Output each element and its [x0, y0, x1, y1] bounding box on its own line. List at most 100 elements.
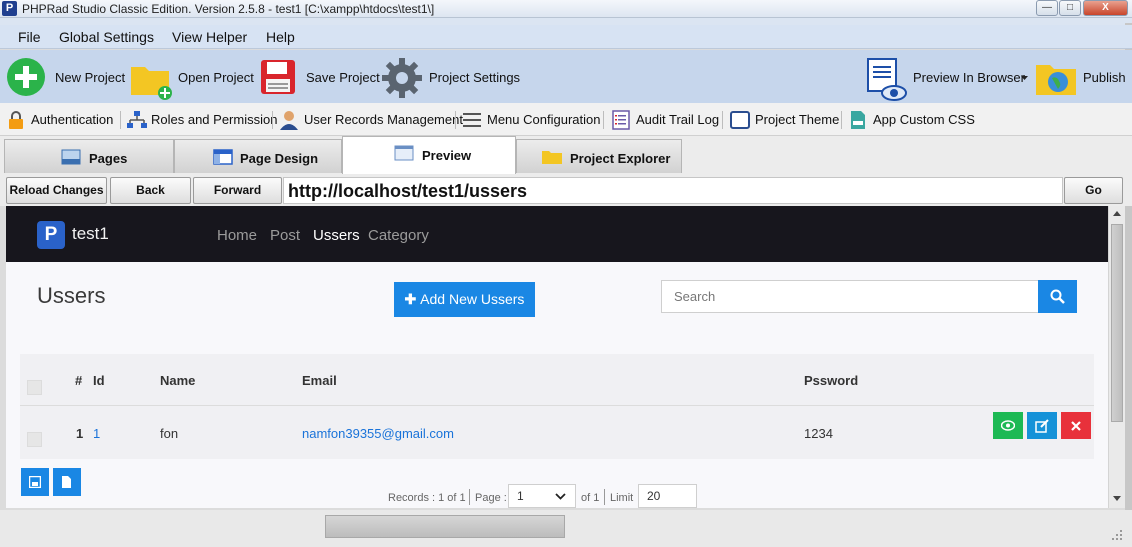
column-header-password[interactable]: Pssword [804, 373, 858, 388]
edit-record-button[interactable] [1027, 412, 1057, 439]
preview-in-browser-label: Preview In Browser [913, 70, 1025, 85]
vertical-scroll-thumb[interactable] [1111, 224, 1123, 422]
menu-file[interactable]: File [18, 29, 41, 45]
search-button[interactable] [1038, 280, 1077, 313]
row-checkbox[interactable] [27, 432, 42, 447]
forward-button[interactable]: Forward [193, 177, 282, 204]
tab-project-explorer[interactable]: Project Explorer [516, 139, 682, 173]
publish-button[interactable]: Publish [1034, 55, 1126, 99]
row-id-link[interactable]: 1 [93, 426, 100, 441]
plus-circle-icon [7, 58, 45, 96]
site-nav-post[interactable]: Post [270, 227, 300, 244]
project-theme-button[interactable]: Project Theme [755, 112, 839, 127]
toolbar-divider [455, 111, 456, 129]
open-project-button[interactable]: Open Project [129, 55, 254, 100]
tab-preview[interactable]: Preview [342, 136, 516, 174]
go-button[interactable]: Go [1064, 177, 1123, 204]
project-settings-button[interactable]: Project Settings [380, 55, 520, 99]
preview-in-browser-button[interactable]: Preview In Browser [864, 55, 1032, 101]
file-icon [62, 476, 71, 488]
column-header-name[interactable]: Name [160, 373, 195, 388]
padlock-icon [9, 111, 23, 129]
close-window-button[interactable]: X [1083, 0, 1128, 16]
row-number: 1 [76, 426, 84, 441]
toolbar-divider [603, 111, 604, 129]
site-nav-home[interactable]: Home [217, 227, 257, 244]
floppy-disk-icon [261, 60, 295, 94]
menu-bar: File Global Settings View Helper Help [0, 25, 1132, 49]
open-project-label: Open Project [178, 70, 254, 85]
pager-divider [604, 489, 605, 505]
roles-permission-button[interactable]: Roles and Permission [151, 112, 277, 127]
brand-logo[interactable]: P [37, 221, 65, 249]
app-custom-css-button[interactable]: App Custom CSS [873, 112, 975, 127]
app-icon: P [2, 1, 17, 16]
tab-page-design[interactable]: Page Design [174, 139, 342, 173]
url-input[interactable]: http://localhost/test1/ussers [283, 177, 1063, 204]
tab-pages-label: Pages [89, 151, 128, 166]
plus-icon: ✚ [404, 291, 421, 307]
project-settings-label: Project Settings [429, 70, 521, 85]
save-records-button[interactable] [21, 468, 49, 496]
maximize-button[interactable]: □ [1059, 0, 1081, 16]
add-new-ussers-label: Add New Ussers [420, 291, 525, 307]
audit-trail-button[interactable]: Audit Trail Log [636, 112, 719, 127]
edit-icon [1035, 419, 1049, 433]
new-project-label: New Project [55, 70, 126, 85]
scroll-up-arrow-icon[interactable] [1113, 211, 1121, 216]
table-row [20, 407, 1094, 459]
menu-configuration-button[interactable]: Menu Configuration [487, 112, 600, 127]
folder-globe-icon [1036, 65, 1076, 95]
back-button[interactable]: Back [110, 177, 191, 204]
save-project-label: Save Project [306, 70, 380, 85]
search-input[interactable]: Search [661, 280, 1039, 313]
vertical-scrollbar[interactable] [1108, 206, 1125, 508]
main-toolbar: New Project Open Project Save Project Pr… [0, 50, 1132, 103]
select-all-checkbox[interactable] [27, 380, 42, 395]
folder-open-icon [131, 67, 172, 100]
menu-view-helper[interactable]: View Helper [172, 29, 247, 45]
tab-pages[interactable]: Pages [4, 139, 174, 173]
row-email-link[interactable]: namfon39355@gmail.com [302, 426, 454, 441]
tab-preview-label: Preview [422, 148, 472, 163]
delete-record-button[interactable] [1061, 412, 1091, 439]
minimize-button[interactable]: — [1036, 0, 1058, 16]
brand-name[interactable]: test1 [72, 224, 109, 244]
row-password: 1234 [804, 426, 833, 441]
site-nav-ussers[interactable]: Ussers [313, 227, 360, 244]
scroll-down-arrow-icon[interactable] [1113, 496, 1121, 501]
page-of-total: of 1 [581, 492, 600, 504]
toolbar-divider [272, 111, 273, 129]
toolbar-divider [120, 111, 121, 129]
limit-label: Limit [610, 492, 634, 504]
column-header-id[interactable]: Id [93, 373, 105, 388]
horizontal-scroll-thumb[interactable] [325, 515, 565, 538]
user-records-button[interactable]: User Records Management [304, 112, 463, 127]
tab-project-explorer-label: Project Explorer [570, 151, 671, 166]
save-project-button[interactable]: Save Project [258, 55, 380, 99]
column-header-email[interactable]: Email [302, 373, 337, 388]
menu-help[interactable]: Help [266, 29, 295, 45]
page-select-value: 1 [517, 489, 524, 503]
records-count: Records : 1 of 1 [388, 492, 466, 504]
browser-eye-icon [867, 58, 907, 101]
browser-nav-bar: Reload Changes Back Forward http://local… [0, 174, 1132, 206]
add-new-ussers-button[interactable]: ✚ Add New Ussers [394, 282, 535, 317]
records-table: # Id Name Email Pssword 1 1 fon namfon39… [20, 354, 1094, 459]
reload-changes-button[interactable]: Reload Changes [6, 177, 107, 204]
menu-global-settings[interactable]: Global Settings [59, 29, 154, 45]
horizontal-scrollbar[interactable] [0, 510, 1132, 547]
user-icon [280, 111, 298, 130]
limit-input[interactable]: 20 [638, 484, 697, 508]
export-records-button[interactable] [53, 468, 81, 496]
resize-grip-icon[interactable] [1112, 530, 1124, 542]
authentication-button[interactable]: Authentication [31, 112, 113, 127]
window-title: PHPRad Studio Classic Edition. Version 2… [22, 2, 435, 16]
view-record-button[interactable] [993, 412, 1023, 439]
page-select[interactable]: 1 [508, 484, 576, 508]
row-name: fon [160, 426, 179, 441]
site-nav-category[interactable]: Category [368, 227, 429, 244]
browser-viewport: P test1 Home Post Ussers Category Ussers… [6, 206, 1108, 508]
tab-bar: Pages Page Design Preview Project Explor… [0, 136, 1132, 174]
window-title-bar: P PHPRad Studio Classic Edition. Version… [0, 0, 1132, 18]
